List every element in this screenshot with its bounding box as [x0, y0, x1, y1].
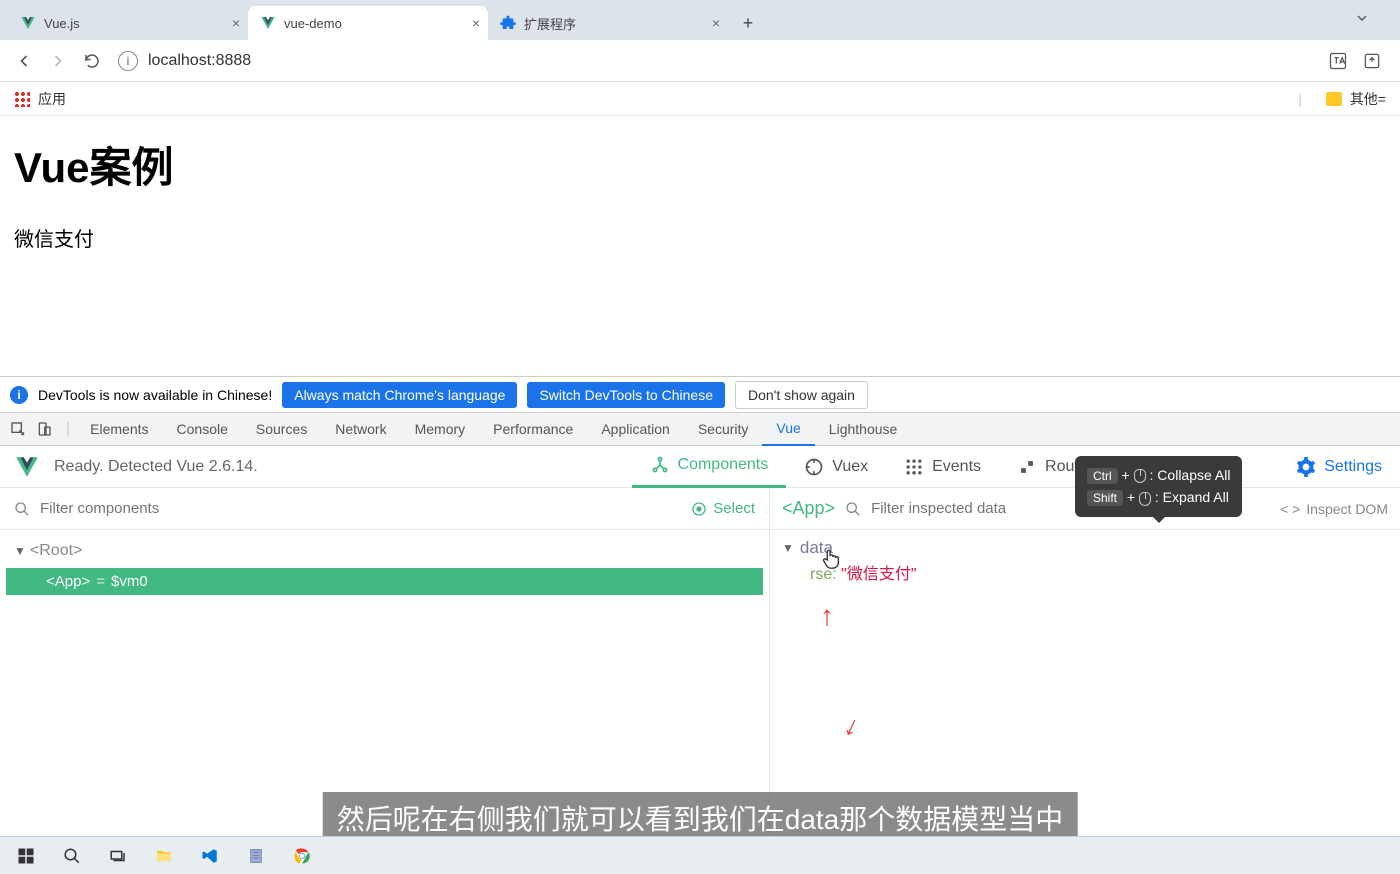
tree-root-node[interactable]: ▼ <Root>	[6, 538, 763, 564]
devtools-tab-application[interactable]: Application	[587, 412, 684, 446]
infobar-message: DevTools is now available in Chinese!	[38, 387, 272, 403]
file-explorer-icon[interactable]	[142, 839, 186, 873]
reload-button[interactable]	[78, 47, 106, 75]
browser-tab[interactable]: 扩展程序 ×	[488, 6, 728, 40]
devtools-tab-console[interactable]: Console	[163, 412, 242, 446]
vue-status: Ready. Detected Vue 2.6.14.	[54, 458, 258, 476]
close-icon[interactable]: ×	[232, 15, 240, 31]
devtools-tab-vue[interactable]: Vue	[762, 412, 814, 446]
filter-components-input[interactable]	[40, 500, 681, 517]
switch-language-button[interactable]: Switch DevTools to Chinese	[527, 382, 725, 408]
vscode-icon[interactable]	[188, 839, 232, 873]
apps-icon	[14, 91, 30, 107]
apps-label: 应用	[38, 89, 66, 109]
keyboard-tooltip: Ctrl + : Collapse All Shift + : Expand A…	[1075, 456, 1242, 517]
info-icon: i	[10, 386, 28, 404]
devtools-tabs: | Elements Console Sources Network Memor…	[0, 412, 1400, 446]
devtools-tab-elements[interactable]: Elements	[76, 412, 162, 446]
search-icon	[845, 501, 861, 517]
data-section[interactable]: ▼ data	[782, 536, 1388, 560]
site-info-icon[interactable]: i	[118, 51, 138, 71]
page-text: 微信支付	[14, 223, 1386, 252]
vue-logo-icon	[14, 454, 40, 480]
cursor-icon	[820, 548, 842, 570]
tree-app-node[interactable]: <App> = $vm0	[6, 568, 763, 595]
inspect-dom-button[interactable]: < > Inspect DOM	[1280, 501, 1388, 517]
search-icon	[14, 501, 30, 517]
dont-show-button[interactable]: Don't show again	[735, 381, 868, 409]
caret-down-icon: ▼	[14, 544, 26, 558]
caret-down-icon: ▼	[782, 541, 794, 555]
data-property[interactable]: rse: "微信支付"	[810, 560, 1388, 584]
nav-components[interactable]: Components	[632, 446, 787, 488]
browser-tab-active[interactable]: vue-demo ×	[248, 6, 488, 40]
bookmarks-bar: 应用 | 其他=	[0, 82, 1400, 116]
vue-icon	[260, 15, 276, 31]
share-icon[interactable]	[1362, 51, 1382, 71]
tab-title: 扩展程序	[524, 14, 576, 33]
browser-tab[interactable]: Vue.js ×	[8, 6, 248, 40]
url-text[interactable]: localhost:8888	[148, 52, 251, 70]
devtools-tab-sources[interactable]: Sources	[242, 412, 321, 446]
notepad-icon[interactable]	[234, 839, 278, 873]
mouse-icon	[1134, 469, 1146, 483]
close-icon[interactable]: ×	[712, 15, 720, 31]
devtools-tab-lighthouse[interactable]: Lighthouse	[815, 412, 912, 446]
selected-component-label: <App>	[782, 498, 835, 519]
task-view-button[interactable]	[96, 839, 140, 873]
inspect-element-icon[interactable]	[8, 419, 28, 439]
address-bar: i localhost:8888	[0, 40, 1400, 82]
windows-taskbar	[0, 836, 1400, 874]
page-heading: Vue案例	[14, 134, 1386, 195]
arrow-annotation: ↓	[839, 709, 865, 744]
search-button[interactable]	[50, 839, 94, 873]
translate-icon[interactable]	[1328, 51, 1348, 71]
folder-icon	[1326, 92, 1342, 106]
new-tab-button[interactable]: +	[734, 9, 762, 37]
other-label: 其他=	[1350, 89, 1386, 109]
close-icon[interactable]: ×	[472, 15, 480, 31]
page-content: Vue案例 微信支付	[0, 116, 1400, 270]
devtools-infobar: i DevTools is now available in Chinese! …	[0, 376, 1400, 412]
devtools-tab-memory[interactable]: Memory	[401, 412, 480, 446]
select-component-button[interactable]: Select	[691, 500, 755, 517]
chrome-icon[interactable]	[280, 839, 324, 873]
extension-icon	[500, 15, 516, 31]
nav-vuex[interactable]: Vuex	[786, 446, 886, 488]
match-language-button[interactable]: Always match Chrome's language	[282, 382, 517, 408]
devtools-tab-performance[interactable]: Performance	[479, 412, 587, 446]
arrow-annotation: ↑	[820, 600, 834, 632]
browser-tab-bar: Vue.js × vue-demo × 扩展程序 × +	[0, 0, 1400, 40]
tab-title: vue-demo	[284, 16, 342, 31]
tab-title: Vue.js	[44, 16, 80, 31]
tab-menu-icon[interactable]	[1354, 10, 1370, 26]
other-bookmarks[interactable]: | 其他=	[1298, 89, 1386, 109]
start-button[interactable]	[4, 839, 48, 873]
back-button[interactable]	[10, 47, 38, 75]
forward-button[interactable]	[44, 47, 72, 75]
devtools-tab-network[interactable]: Network	[321, 412, 400, 446]
devtools-tab-security[interactable]: Security	[684, 412, 763, 446]
nav-settings[interactable]: Settings	[1278, 446, 1400, 488]
nav-events[interactable]: Events	[886, 446, 999, 488]
mouse-icon	[1139, 492, 1151, 506]
vue-icon	[20, 15, 36, 31]
device-toggle-icon[interactable]	[34, 419, 54, 439]
apps-shortcut[interactable]: 应用	[14, 89, 66, 109]
